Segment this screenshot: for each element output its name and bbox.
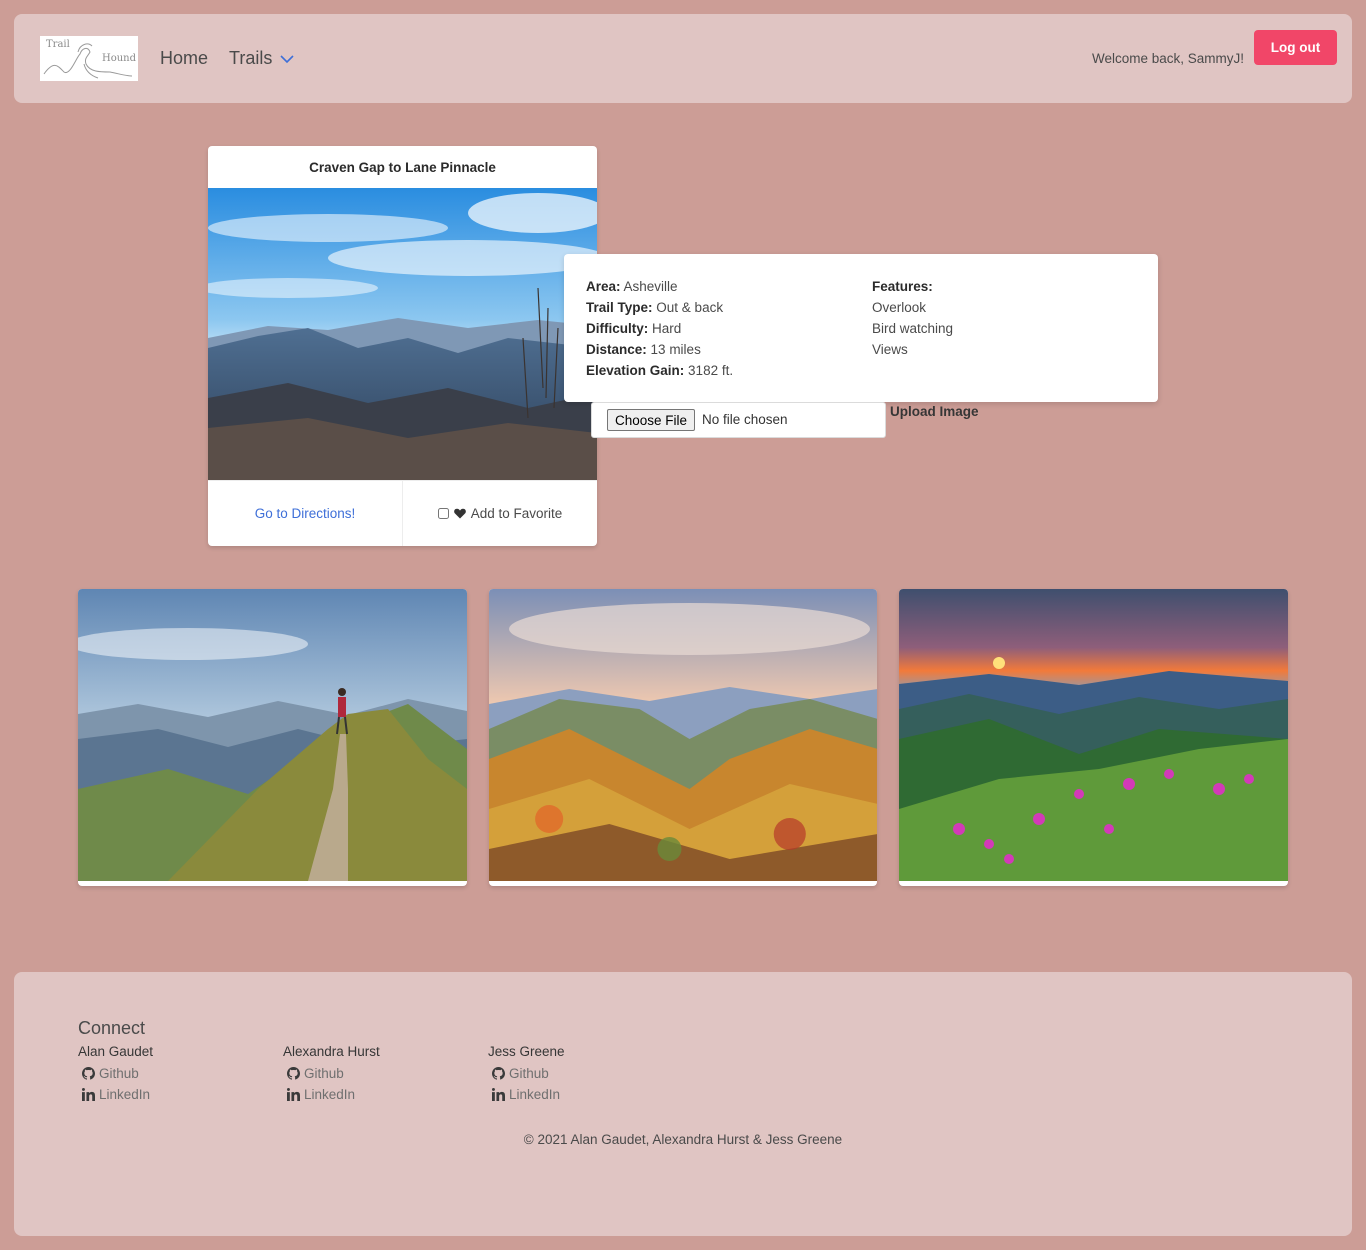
choose-file-button[interactable]: Choose File — [607, 409, 696, 431]
features-heading: Features: — [872, 279, 933, 294]
feature-item: Views — [872, 342, 908, 357]
elevation-row: Elevation Gain: 3182 ft. — [586, 363, 734, 378]
trail-features: Features: Overlook Bird watching Views — [872, 276, 953, 360]
upload-image-button[interactable]: Upload Image — [890, 404, 979, 419]
trail-card-footer: Go to Directions! Add to Favorite — [208, 480, 597, 546]
github-icon — [287, 1067, 300, 1080]
linkedin-link[interactable]: LinkedIn — [287, 1084, 380, 1105]
area-row: Area: Asheville — [586, 279, 678, 294]
footer: Connect Alan Gaudet Github LinkedIn Alex… — [14, 972, 1352, 1236]
linkedin-link[interactable]: LinkedIn — [492, 1084, 565, 1105]
contact-jess: Jess Greene Github LinkedIn — [488, 1044, 565, 1105]
github-icon — [492, 1067, 505, 1080]
hiker-ridge-photo — [78, 589, 467, 881]
logout-button[interactable]: Log out — [1254, 30, 1337, 65]
copyright-text: © 2021 Alan Gaudet, Alexandra Hurst & Je… — [523, 1132, 843, 1147]
nav-home-link[interactable]: Home — [160, 48, 208, 69]
chevron-down-icon[interactable] — [278, 52, 296, 66]
contact-alexandra: Alexandra Hurst Github LinkedIn — [283, 1044, 380, 1105]
no-file-text: No file chosen — [702, 412, 788, 427]
linkedin-icon — [492, 1088, 505, 1101]
github-link[interactable]: Github — [492, 1063, 565, 1084]
trail-card: Craven Gap to Lane Pinnacle Go to Direct… — [208, 146, 597, 546]
github-link[interactable]: Github — [287, 1063, 380, 1084]
welcome-text: Welcome back, SammyJ! — [1091, 51, 1244, 66]
directions-link[interactable]: Go to Directions! — [255, 506, 356, 521]
gallery-image-autumn — [489, 589, 877, 886]
difficulty-row: Difficulty: Hard — [586, 321, 682, 336]
sunset-rhododendron-photo — [899, 589, 1288, 881]
gallery-image-sunset — [899, 589, 1288, 886]
autumn-valley-photo — [489, 589, 877, 881]
trail-hound-logo[interactable]: Trail Hound — [40, 36, 138, 81]
feature-item: Overlook — [872, 300, 927, 315]
trail-photo — [208, 188, 597, 480]
feature-item: Bird watching — [872, 321, 954, 336]
linkedin-link[interactable]: LinkedIn — [82, 1084, 153, 1105]
connect-heading: Connect — [78, 1018, 146, 1038]
person-name: Alan Gaudet — [78, 1044, 154, 1059]
nav-trails-link[interactable]: Trails — [229, 48, 272, 69]
distance-row: Distance: 13 miles — [586, 342, 701, 357]
github-icon — [82, 1067, 95, 1080]
person-name: Alexandra Hurst — [283, 1044, 380, 1059]
trail-type-row: Trail Type: Out & back — [586, 300, 724, 315]
linkedin-icon — [287, 1088, 300, 1101]
trail-details: Area: Asheville Trail Type: Out & back D… — [564, 254, 1158, 402]
heart-icon — [453, 508, 466, 519]
person-name: Jess Greene — [488, 1044, 565, 1059]
favorite-checkbox[interactable] — [437, 508, 449, 519]
file-input[interactable]: Choose File No file chosen — [591, 402, 886, 438]
gallery-image-hiker — [78, 589, 467, 886]
github-link[interactable]: Github — [82, 1063, 153, 1084]
favorite-label: Add to Favorite — [470, 506, 563, 521]
trail-title: Craven Gap to Lane Pinnacle — [309, 160, 496, 175]
navbar: Trail Hound Home Trails Welcome back, Sa… — [14, 14, 1352, 103]
linkedin-icon — [82, 1088, 95, 1101]
contact-alan: Alan Gaudet Github LinkedIn — [78, 1044, 153, 1105]
trail-stats: Area: Asheville Trail Type: Out & back D… — [586, 276, 733, 381]
